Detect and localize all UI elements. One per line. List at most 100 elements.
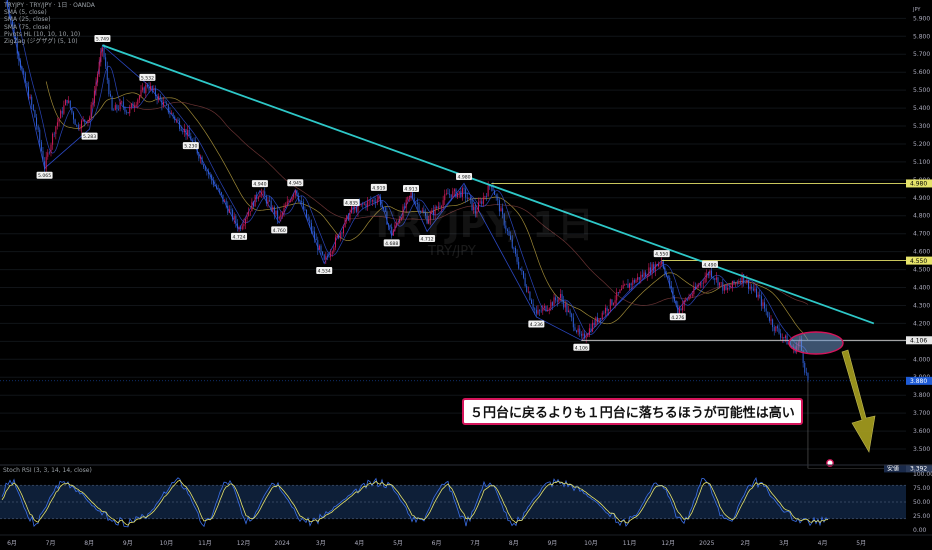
candle-body — [563, 299, 565, 308]
legend-pivots[interactable]: Pivots HL (10, 10, 10, 10) — [4, 31, 95, 38]
legend-sma-5[interactable]: SMA (5, close) — [4, 9, 95, 16]
candle-body — [534, 308, 536, 310]
candle-body — [18, 53, 20, 61]
candle-body — [42, 150, 44, 162]
price-tick: 3.500 — [913, 446, 930, 453]
candle-body — [182, 130, 184, 133]
candle-body — [523, 271, 524, 278]
candle-body — [109, 94, 111, 97]
time-tick: 10月 — [584, 540, 598, 547]
price-tick: 5.100 — [913, 159, 930, 166]
price-tick: 5.700 — [913, 51, 930, 58]
candle-body — [37, 126, 39, 130]
candle-body — [805, 372, 807, 374]
candle-body — [772, 319, 774, 328]
candle-body — [314, 231, 316, 239]
candle-body — [158, 96, 160, 100]
candle-body — [362, 203, 364, 205]
time-tick: 7月 — [470, 540, 480, 547]
time-tick: 11月 — [623, 540, 637, 547]
candle-body — [172, 113, 174, 117]
candle-body — [717, 277, 719, 286]
stoch-tick: 100.00 — [913, 471, 932, 478]
candle-body — [518, 261, 520, 269]
candle-body — [101, 47, 103, 52]
stoch-tick: 75.00 — [913, 485, 930, 492]
candle-body — [323, 254, 325, 260]
candle-body — [609, 299, 611, 310]
pivot-label: 4.760 — [273, 228, 286, 234]
candle-body — [82, 119, 84, 121]
candle-body — [598, 318, 600, 323]
candle-body — [690, 296, 692, 297]
descending-trendline — [102, 44, 875, 325]
candle-body — [121, 101, 123, 103]
candle-body — [130, 103, 132, 108]
candle-body — [730, 287, 732, 289]
price-tick: 5.800 — [913, 33, 930, 40]
candle-body — [108, 79, 110, 95]
candle-body — [355, 206, 357, 212]
candle-body — [365, 203, 367, 207]
pivot-label: 4.919 — [372, 185, 385, 191]
stoch-legend[interactable]: Stoch RSI (3, 3, 14, 14, close) — [3, 467, 92, 474]
time-tick: 5月 — [393, 540, 403, 547]
pivot-labels: 5.065 5.749 5.283 5.532 5.230 4.724 4.940 4.760… — [36, 34, 718, 351]
candle-body — [47, 152, 49, 157]
candle-body — [98, 61, 100, 75]
legend-sma-75[interactable]: SMA (75, close) — [4, 24, 95, 31]
tradingview-chart[interactable]: 5.065 5.749 5.283 5.532 5.230 4.724 4.940 4.760… — [0, 0, 932, 550]
legend-zigzag[interactable]: ZigZag (ジグザグ) (5, 10) — [4, 38, 95, 45]
candle-body — [576, 330, 578, 333]
indicator-legend: TRYJPY · TRY/JPY · 1日 · OANDA SMA (5, cl… — [4, 2, 95, 45]
pivot-label: 4.550 — [655, 252, 668, 258]
price-tick: 4.900 — [913, 195, 930, 202]
candle-body — [616, 292, 618, 301]
candle-body — [275, 210, 277, 215]
candle-body — [193, 140, 195, 142]
candle-body — [97, 74, 99, 83]
candle-body — [174, 116, 176, 120]
candle-body — [283, 207, 285, 213]
candle-body — [347, 215, 349, 221]
candle-body — [561, 294, 563, 300]
candle-body — [596, 317, 598, 323]
candle-body — [326, 256, 328, 257]
candle-body — [148, 86, 150, 90]
candle-body — [527, 291, 529, 293]
pivot-label: 4.835 — [345, 200, 358, 206]
candle-body — [201, 157, 203, 165]
candle-body — [150, 86, 152, 90]
candle-body — [584, 333, 586, 339]
time-tick: 6月 — [432, 540, 442, 547]
candle-body — [701, 282, 703, 284]
candle-body — [105, 57, 107, 67]
candle-body — [625, 283, 627, 285]
legend-symbol[interactable]: TRYJPY · TRY/JPY · 1日 · OANDA — [4, 2, 95, 9]
candle-body — [490, 186, 492, 188]
candle-body — [551, 302, 553, 306]
candle-body — [653, 264, 655, 272]
candle-body — [756, 288, 758, 298]
price-axis[interactable]: 5.900 5.800 5.700 5.600 5.500 5.400 5.300 5.200… — [884, 7, 932, 473]
legend-sma-25[interactable]: SMA (25, close) — [4, 16, 95, 23]
candle-body — [79, 128, 81, 129]
candle-body — [733, 280, 735, 284]
candle-body — [781, 337, 783, 338]
time-axis[interactable]: 6月 7月 8月 9月 10月 11月 12月 2024 3月 4月 5月 6月 7月 8月 9月 10月 11… — [0, 534, 932, 547]
candle-body — [325, 256, 327, 260]
pivot-label: 4.940 — [253, 182, 266, 188]
candle-body — [784, 335, 786, 338]
candle-body — [278, 217, 280, 219]
candle-body — [298, 195, 299, 201]
candle-body — [666, 274, 668, 276]
candle-body — [686, 299, 688, 301]
candle-body — [727, 287, 729, 290]
candle-body — [542, 307, 544, 312]
candle-body — [346, 215, 348, 220]
candle-body — [735, 282, 737, 284]
candle-body — [232, 209, 234, 220]
pivot-label: 5.065 — [38, 173, 51, 179]
candle-body — [458, 191, 460, 194]
candle-body — [211, 175, 213, 181]
